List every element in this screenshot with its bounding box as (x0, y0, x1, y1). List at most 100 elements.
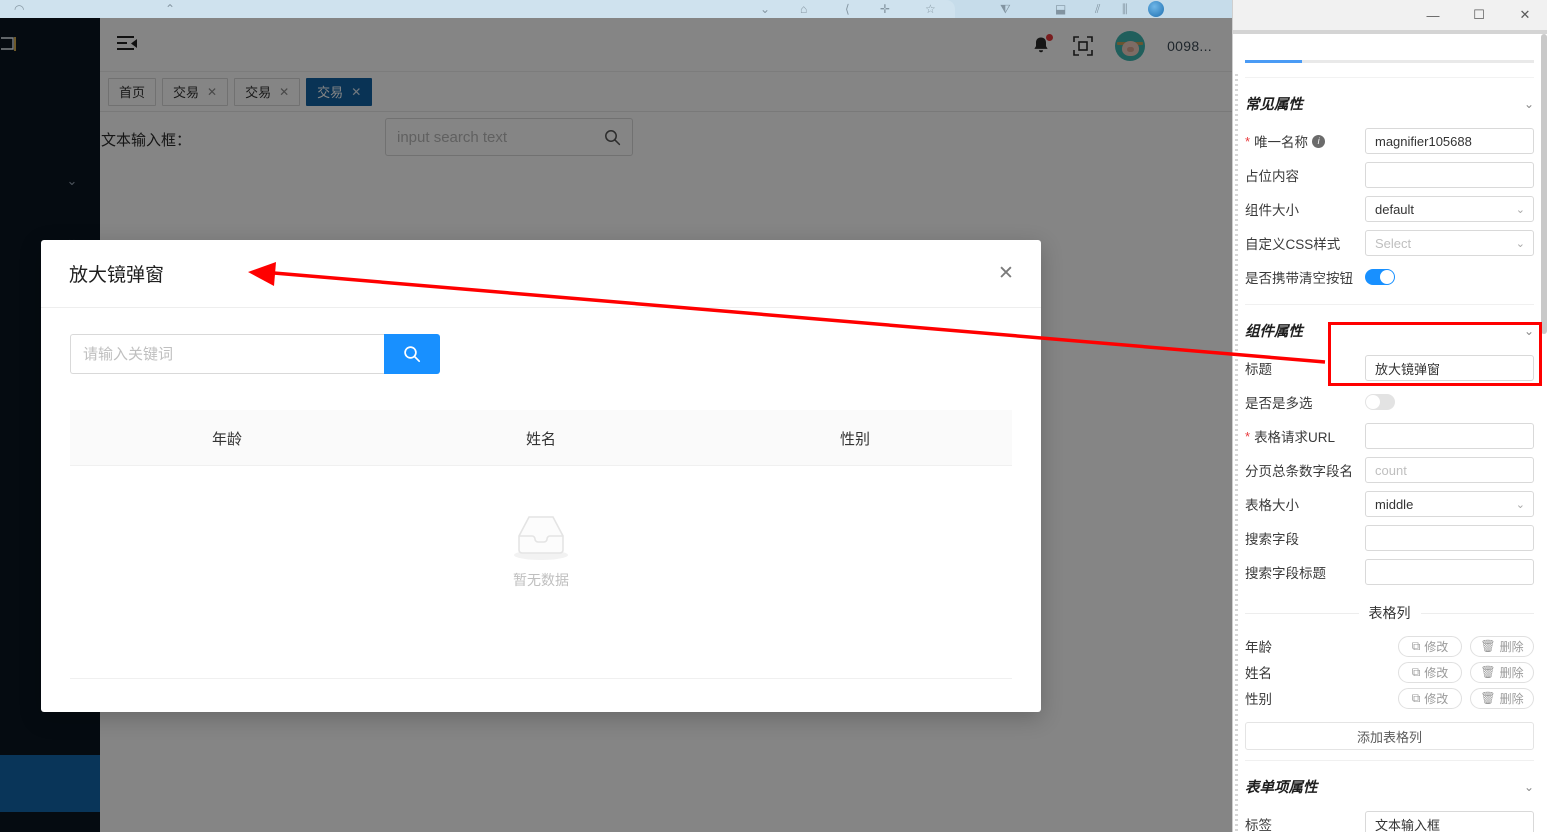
close-icon[interactable]: ✕ (279, 85, 289, 99)
field-table-url: * 表格请求URL (1245, 419, 1534, 453)
profile-icon[interactable] (1148, 1, 1164, 17)
component-size-select[interactable]: default ⌄ (1365, 196, 1534, 222)
add-table-column-button[interactable]: 添加表格列 (1245, 722, 1534, 750)
chevron-down-icon[interactable]: ⌄ (1524, 780, 1534, 794)
field-label: 是否携带清空按钮 (1245, 267, 1365, 287)
modal-search-button[interactable] (384, 334, 440, 374)
info-icon[interactable]: i (1312, 134, 1326, 148)
page-search-input[interactable]: input search text (385, 118, 633, 156)
field-label-text: 是否是多选 (1245, 396, 1313, 411)
field-table-size: 表格大小 middle ⌄ (1245, 487, 1534, 521)
table-size-select[interactable]: middle ⌄ (1365, 491, 1534, 517)
search-field-input[interactable] (1365, 525, 1534, 551)
field-component-size: 组件大小 default ⌄ (1245, 192, 1534, 226)
window-titlebar: — ☐ ✕ (1233, 0, 1547, 30)
field-control (1365, 525, 1534, 551)
edit-column-button[interactable]: ⧉ 修改 (1398, 661, 1462, 683)
field-label-text: 搜索字段标题 (1245, 566, 1326, 581)
delete-column-button[interactable]: 🗑 删除 (1470, 687, 1534, 709)
chevron-down-icon[interactable]: ⌄ (62, 171, 82, 191)
switch-knob (1380, 270, 1394, 284)
table-row: 年龄 ⧉ 修改 🗑 删除 (1245, 633, 1534, 659)
forward-icon[interactable]: ⌃ (165, 1, 175, 17)
field-custom-css: 自定义CSS样式 Select ⌄ (1245, 226, 1534, 260)
properties-panel-scroll[interactable]: 常见属性 ⌄ * 唯一名称 i magnifier105688 占位内容 组件大… (1233, 34, 1547, 832)
browser-tabstrip (0, 0, 955, 18)
table-empty-state: 暂无数据 (70, 466, 1012, 634)
close-icon[interactable]: ✕ (993, 260, 1019, 286)
search-field-title-input[interactable] (1365, 559, 1534, 585)
title-input[interactable]: 放大镜弹窗 (1365, 355, 1534, 381)
notification-bell[interactable] (1031, 34, 1054, 57)
total-count-key-input[interactable]: count (1365, 457, 1534, 483)
field-label-text: 占位内容 (1245, 169, 1299, 184)
fullscreen-icon[interactable] (1073, 36, 1093, 56)
user-name[interactable]: 0098... (1167, 38, 1212, 54)
field-control (1365, 423, 1534, 449)
empty-text: 暂无数据 (513, 572, 569, 588)
field-label: * 表格请求URL (1245, 426, 1365, 446)
edit-column-button[interactable]: ⧉ 修改 (1398, 687, 1462, 709)
multi-select-switch[interactable] (1365, 394, 1395, 410)
bookmark-icon[interactable]: ☆ (925, 1, 936, 17)
maximize-button[interactable]: ☐ (1456, 0, 1502, 30)
field-control: default ⌄ (1365, 196, 1534, 222)
back-icon[interactable]: ◠ (14, 1, 24, 17)
edit-column-button[interactable]: ⧉ 修改 (1398, 635, 1462, 657)
field-label-text: 表格大小 (1245, 498, 1299, 513)
home-icon[interactable]: ⌂ (800, 1, 807, 17)
tab-trade-3-active[interactable]: 交易 ✕ (306, 77, 373, 106)
section-form-item-header[interactable]: 表单项属性 ⌄ (1245, 776, 1534, 797)
search-icon[interactable] (604, 129, 621, 146)
field-label: 分页总条数字段名 (1245, 460, 1365, 480)
section-common-header[interactable]: 常见属性 ⌄ (1245, 93, 1534, 114)
close-button[interactable]: ✕ (1502, 0, 1547, 30)
delete-column-button[interactable]: 🗑 删除 (1470, 635, 1534, 657)
chevron-down-icon: ⌄ (1515, 498, 1525, 511)
panel-scrollbar[interactable] (1541, 34, 1547, 832)
section-title: 组件属性 (1245, 324, 1303, 340)
tab-home[interactable]: 首页 (108, 77, 157, 106)
field-control: 文本输入框 (1365, 811, 1534, 832)
custom-css-select[interactable]: Select ⌄ (1365, 230, 1534, 256)
tab-label: 交易 (245, 85, 272, 100)
modal-search-input[interactable] (70, 334, 384, 374)
chevron-down-icon[interactable]: ⌄ (1524, 97, 1534, 111)
menu-icon[interactable]: ⫽ (1095, 1, 1100, 17)
form-label-input[interactable]: 文本输入框 (1365, 811, 1534, 832)
chevron-down-icon[interactable]: ⌄ (1524, 324, 1534, 338)
field-control: count (1365, 457, 1534, 483)
select-placeholder: Select (1375, 235, 1412, 251)
section-component-header[interactable]: 组件属性 ⌄ (1245, 320, 1534, 341)
avatar[interactable] (1115, 31, 1146, 61)
field-unique-name: * 唯一名称 i magnifier105688 (1245, 124, 1534, 158)
translate-icon[interactable]: ⟨ (845, 1, 850, 17)
delete-column-button[interactable]: 🗑 删除 (1470, 661, 1534, 683)
sidebar-item-active[interactable] (0, 755, 100, 812)
placeholder-content-input[interactable] (1365, 162, 1534, 188)
select-value: middle (1375, 496, 1414, 512)
scrollbar-thumb[interactable] (1541, 34, 1547, 334)
minimize-button[interactable]: — (1410, 0, 1456, 30)
menu-collapse-icon[interactable] (116, 34, 140, 54)
clear-button-switch[interactable] (1365, 269, 1395, 285)
field-label: 搜索字段 (1245, 528, 1365, 548)
table-column-header: 性别 (839, 430, 870, 448)
close-icon[interactable]: ✕ (351, 85, 361, 99)
modal-body: 年龄 姓名 性别 暂无数据 (41, 308, 1041, 634)
extension-icon[interactable]: ⧨ (1000, 1, 1011, 17)
reload-icon[interactable]: ⌄ (760, 1, 770, 17)
tab-trade-2[interactable]: 交易 ✕ (234, 77, 301, 106)
unique-name-input[interactable]: magnifier105688 (1365, 128, 1534, 154)
field-label: 标题 (1245, 358, 1365, 378)
tab-trade-1[interactable]: 交易 ✕ (162, 77, 229, 106)
close-icon[interactable]: ✕ (207, 85, 217, 99)
panel-tab-divider (1245, 77, 1534, 78)
field-clear-button-toggle: 是否携带清空按钮 (1245, 260, 1534, 294)
table-url-input[interactable] (1365, 423, 1534, 449)
download-icon[interactable]: ⬓ (1055, 1, 1066, 17)
field-label: 是否是多选 (1245, 392, 1365, 412)
field-label: 占位内容 (1245, 165, 1365, 185)
split-icon[interactable]: ⫼ (1122, 1, 1128, 17)
add-icon[interactable]: ✛ (880, 1, 890, 17)
